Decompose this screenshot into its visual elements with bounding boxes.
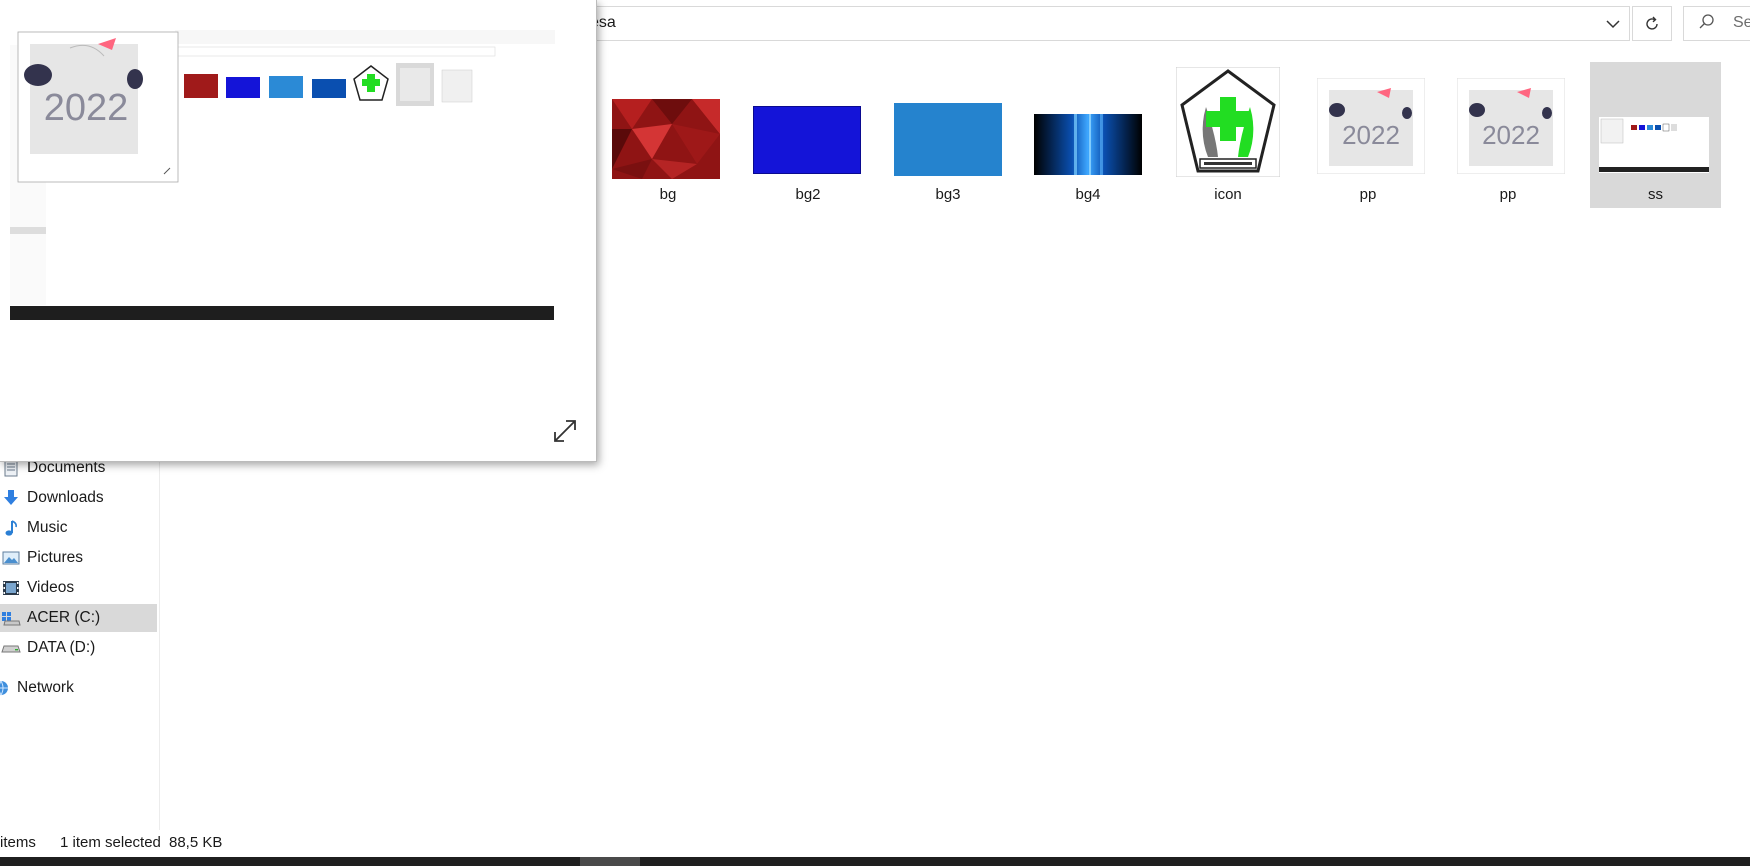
popup-art-text: 2022 [44,87,129,129]
sidebar-item-network[interactable]: Network [0,674,147,702]
pictures-icon [0,547,22,569]
sidebar-item-label: Downloads [27,489,104,506]
file-item-pp[interactable]: 2022 pp [1298,62,1438,208]
sidebar-item-label: Pictures [27,549,83,566]
preview-screenshot-image: 2022 [0,0,596,461]
blue-light-streak-thumbnail [1034,114,1142,175]
file-name: icon [1214,186,1242,203]
address-field[interactable] [560,6,1630,41]
sidebar-item-label: DATA (D:) [27,639,96,656]
sidebar-item-acer-c[interactable]: ACER (C:) [0,604,157,632]
search-icon [1699,14,1714,29]
2022-artwork-thumbnail: 2022 [1317,78,1425,174]
file-item-icon[interactable]: icon [1158,62,1298,208]
blue-solid-thumbnail [753,106,861,174]
file-name: bg [659,186,677,203]
network-icon [0,677,12,699]
taskbar-active-app[interactable] [580,857,640,866]
sidebar-item-data-d[interactable]: DATA (D:) [0,634,157,662]
file-name: bg3 [935,186,961,203]
2022-artwork-thumbnail: 2022 [1457,78,1565,174]
sidebar-item-label: Network [17,679,74,696]
file-name: bg4 [1075,186,1101,203]
file-item-bg4[interactable]: bg4 [1018,62,1158,208]
status-selection: 1 item selected [60,834,161,851]
blue-texture-thumbnail [894,103,1002,176]
file-item-bg[interactable]: bg [598,62,738,208]
sidebar-item-videos[interactable]: Videos [0,574,157,602]
status-item-count: items [0,834,36,851]
status-size: 88,5 KB [169,834,223,851]
file-name: pp [1359,186,1377,203]
hospital-logo-thumbnail [1176,67,1280,177]
sidebar-item-label: Music [27,519,68,536]
expand-preview-icon[interactable] [552,418,578,449]
taskbar[interactable] [0,857,1750,866]
sidebar-item-label: Videos [27,579,75,596]
downloads-icon [0,487,22,509]
refresh-button[interactable] [1632,6,1672,41]
search-placeholder[interactable]: Se [1733,14,1750,32]
status-bar: items 1 item selected 88,5 KB [0,832,1750,856]
drive-d-icon [0,637,22,659]
file-item-bg2[interactable]: bg2 [738,62,878,208]
file-item-ss[interactable]: ss [1590,62,1721,208]
file-name: ss [1648,186,1663,203]
svg-text:2022: 2022 [1342,120,1400,150]
sidebar-item-pictures[interactable]: Pictures [0,544,157,572]
screenshot-thumbnail [1599,117,1709,173]
drive-c-icon [0,607,22,629]
red-polygon-thumbnail [612,99,720,179]
file-item-bg3[interactable]: bg3 [878,62,1018,208]
sidebar-item-downloads[interactable]: Downloads [0,484,157,512]
sidebar-item-label: ACER (C:) [27,609,101,626]
svg-text:2022: 2022 [1482,120,1540,150]
sidebar-item-music[interactable]: Music [0,514,157,542]
image-preview-popup: 2022 [0,0,597,462]
address-history-chevron-icon[interactable] [1600,12,1626,36]
videos-icon [0,577,22,599]
file-item-pp-2[interactable]: 2022 pp [1438,62,1578,208]
refresh-icon [1646,16,1658,30]
file-name: pp [1499,186,1517,203]
music-icon [0,517,22,539]
file-name: bg2 [795,186,821,203]
